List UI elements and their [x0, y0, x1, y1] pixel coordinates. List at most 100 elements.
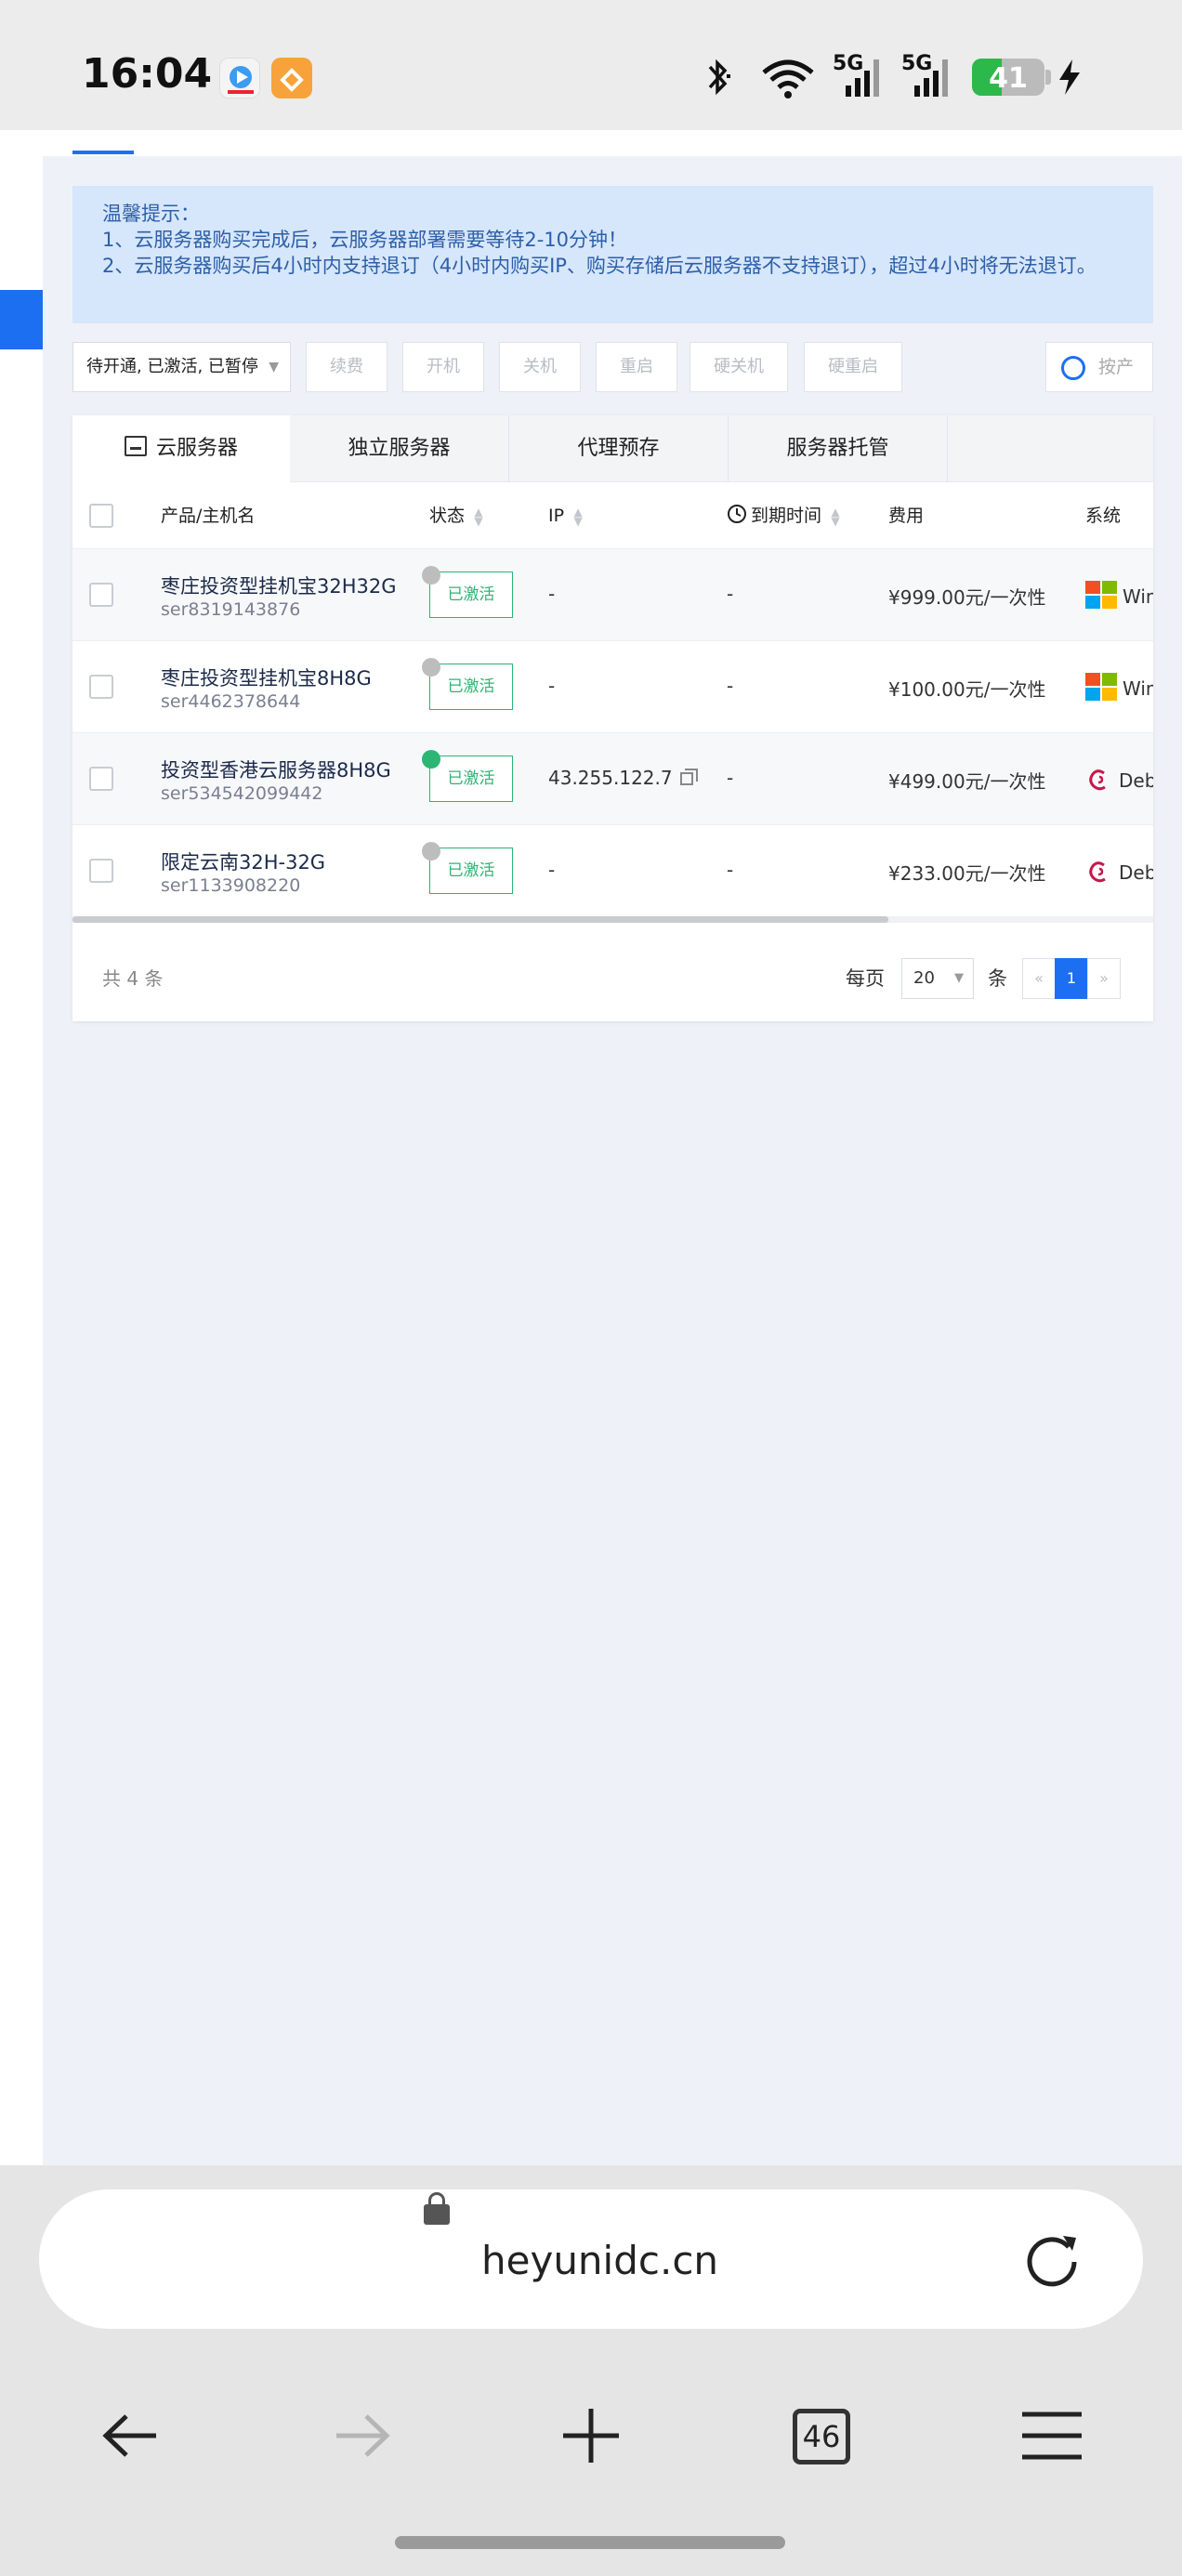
restart-button[interactable]: 重启 [596, 342, 677, 392]
fee-value: ¥100.00元/一次性 [888, 678, 1046, 701]
ip-cell: 43.255.122.7 [548, 767, 698, 789]
fee-value: ¥499.00元/一次性 [888, 770, 1046, 793]
per-page-value: 20 [913, 968, 935, 988]
tab-server-hosting[interactable]: 服务器托管 [729, 415, 948, 482]
host-id: ser4462378644 [161, 691, 301, 712]
windows-icon [1085, 673, 1117, 701]
header-status[interactable]: 状态 ▲ ▼ [429, 482, 483, 549]
notice-line-2: 2、云服务器购买后4小时内支持退订（4小时内购买IP、购买存储后云服务器不支持退… [102, 255, 1097, 277]
host-id: ser1133908220 [161, 875, 301, 896]
per-page-select[interactable]: 20 ▼ [901, 958, 974, 999]
table-row[interactable]: 投资型香港云服务器8H8G ser534542099442 已激活 43.255… [72, 733, 1153, 825]
ip-value: - [548, 859, 556, 881]
host-id: ser8319143876 [161, 599, 301, 620]
header-product: 产品/主机名 [161, 506, 256, 526]
product-name[interactable]: 枣庄投资型挂机宝32H32G [161, 572, 397, 599]
per-page-label: 每页 [846, 967, 885, 990]
horizontal-scrollbar[interactable] [72, 916, 888, 923]
status-dot [422, 750, 440, 769]
tab-proxy-prepaid[interactable]: 代理预存 [509, 415, 729, 482]
ip-value: 43.255.122.7 [548, 767, 673, 789]
row-checkbox[interactable] [89, 675, 113, 699]
product-name[interactable]: 限定云南32H-32G [161, 848, 325, 875]
os-name: Win [1123, 585, 1153, 608]
header-expire[interactable]: 到期时间 ▲ ▼ [727, 482, 840, 549]
table-header: 产品/主机名 状态 ▲ ▼ IP ▲ ▼ 到期时间 ▲ ▼ 费用 系统 [72, 482, 1153, 549]
product-name[interactable]: 枣庄投资型挂机宝8H8G [161, 664, 372, 691]
table-row[interactable]: 枣庄投资型挂机宝8H8G ser4462378644 已激活 - - ¥100.… [72, 641, 1153, 733]
table-row[interactable]: 枣庄投资型挂机宝32H32G ser8319143876 已激活 - - ¥99… [72, 549, 1153, 641]
reload-icon[interactable] [1022, 2228, 1082, 2288]
menu-icon[interactable] [1015, 2403, 1089, 2468]
os-name: Deb [1119, 861, 1153, 884]
per-page-unit: 条 [988, 967, 1007, 990]
tab-dedicated-server[interactable]: 独立服务器 [290, 415, 509, 482]
hard-restart-button[interactable]: 硬重启 [804, 342, 902, 392]
status-badge: 已激活 [429, 572, 513, 618]
home-indicator[interactable] [395, 2536, 785, 2549]
hard-power-off-button[interactable]: 硬关机 [690, 342, 788, 392]
prev-page-button[interactable]: « [1022, 958, 1056, 999]
chevron-down-icon: ▼ [269, 360, 279, 375]
row-checkbox[interactable] [89, 583, 113, 607]
charging-icon [1054, 54, 1085, 100]
debian-icon [1089, 769, 1106, 791]
server-icon [124, 436, 147, 456]
new-tab-plus-icon[interactable] [554, 2403, 628, 2468]
tab-label: 服务器托管 [786, 437, 889, 460]
back-arrow-icon[interactable] [95, 2403, 169, 2468]
active-tab-underline [72, 151, 134, 154]
debian-icon [1089, 861, 1106, 883]
tab-label: 独立服务器 [348, 437, 451, 460]
sidebar-collapsed [0, 130, 43, 2165]
page-tab-strip [43, 130, 1182, 156]
product-name[interactable]: 投资型香港云服务器8H8G [161, 756, 391, 783]
status-dot [422, 566, 440, 585]
sort-icon: ▲ ▼ [474, 505, 483, 528]
toolbar: 待开通, 已激活, 已暂停 ▼ 续费 开机 关机 重启 硬关机 硬重启 按产 [72, 342, 1153, 392]
status-bar: 16:04 5G 5G 41 [0, 0, 1182, 130]
header-status-label: 状态 [429, 506, 466, 526]
header-ip[interactable]: IP ▲ ▼ [548, 482, 583, 549]
fee-value: ¥233.00元/一次性 [888, 862, 1046, 885]
battery-icon: 41 [972, 59, 1044, 96]
bluetooth-icon [704, 54, 732, 100]
page-button-current[interactable]: 1 [1055, 958, 1088, 999]
tab-count-button[interactable]: 46 [793, 2409, 850, 2464]
status-badge: 已激活 [429, 756, 513, 802]
url-text[interactable]: heyunidc.cn [481, 2238, 718, 2283]
renew-button[interactable]: 续费 [306, 342, 387, 392]
sidebar-active-indicator[interactable] [0, 290, 43, 349]
os-cell: Deb [1085, 857, 1153, 887]
search-input[interactable]: 按产 [1045, 342, 1153, 392]
search-placeholder: 按产 [1098, 357, 1135, 377]
forward-arrow-icon[interactable] [323, 2403, 398, 2468]
table-row[interactable]: 限定云南32H-32G ser1133908220 已激活 - - ¥233.0… [72, 825, 1153, 917]
battery-level: 41 [989, 62, 1028, 95]
row-checkbox[interactable] [89, 859, 113, 883]
copy-icon[interactable] [679, 769, 698, 785]
ip-value: - [548, 583, 556, 605]
row-checkbox[interactable] [89, 767, 113, 791]
host-id: ser534542099442 [161, 783, 323, 804]
video-app-icon [219, 58, 260, 99]
select-all-checkbox[interactable] [89, 504, 113, 528]
lock-icon-body [424, 2204, 450, 2225]
power-on-button[interactable]: 开机 [402, 342, 484, 392]
expire-value: - [727, 859, 734, 881]
status-filter-select[interactable]: 待开通, 已激活, 已暂停 ▼ [72, 342, 291, 392]
os-name: Win [1123, 677, 1153, 700]
chevron-down-icon: ▼ [954, 971, 964, 985]
expire-value: - [727, 767, 734, 789]
os-name: Deb [1119, 769, 1153, 792]
clock-icon [728, 505, 746, 523]
power-off-button[interactable]: 关机 [499, 342, 581, 392]
notice-box: 温馨提示： 1、云服务器购买完成后，云服务器部署需要等待2-10分钟！ 2、云服… [72, 186, 1153, 323]
tab-cloud-server[interactable]: 云服务器 [72, 415, 290, 483]
header-os: 系统 [1085, 506, 1122, 526]
header-expire-label: 到期时间 [751, 506, 822, 526]
signal-icon [840, 54, 885, 100]
windows-icon [1085, 581, 1117, 609]
next-page-button[interactable]: » [1087, 958, 1121, 999]
status-dot [422, 842, 440, 861]
